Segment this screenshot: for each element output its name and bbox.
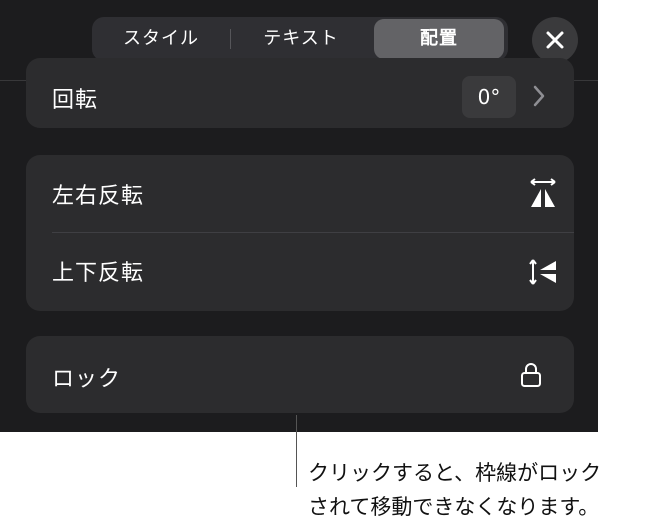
tab-style[interactable]: スタイル (92, 19, 230, 59)
arrange-panel: スタイル テキスト 配置 回転 0° 左右反転 上下反転 ロック (0, 0, 598, 432)
rotation-angle-field[interactable]: 0° (462, 76, 516, 118)
close-icon (546, 31, 564, 49)
tab-text[interactable]: テキスト (231, 19, 371, 59)
lock-label: ロック (52, 367, 122, 392)
tab-arrange[interactable]: 配置 (374, 19, 504, 59)
callout-text: クリックすると、枠線がロック されて移動できなくなります。 (308, 456, 660, 524)
rotate-label: 回転 (52, 88, 99, 113)
flip-vertical-label: 上下反転 (52, 261, 145, 286)
row-divider (52, 232, 574, 233)
flip-horizontal-icon[interactable] (528, 177, 558, 209)
callout-line-1: クリックすると、枠線がロック (308, 461, 602, 485)
callout-line-2: されて移動できなくなります。 (308, 495, 600, 519)
chevron-right-icon[interactable] (532, 84, 546, 108)
lock-row[interactable]: ロック (26, 336, 574, 413)
callout-line (296, 415, 297, 487)
flip-horizontal-label: 左右反転 (52, 184, 145, 209)
rotate-row[interactable]: 回転 0° (26, 58, 574, 128)
flip-group: 左右反転 上下反転 (26, 155, 574, 311)
lock-icon[interactable] (520, 362, 542, 388)
flip-vertical-icon[interactable] (528, 257, 558, 287)
segmented-tab-bar: スタイル テキスト 配置 (92, 17, 508, 61)
close-button[interactable] (532, 17, 578, 63)
